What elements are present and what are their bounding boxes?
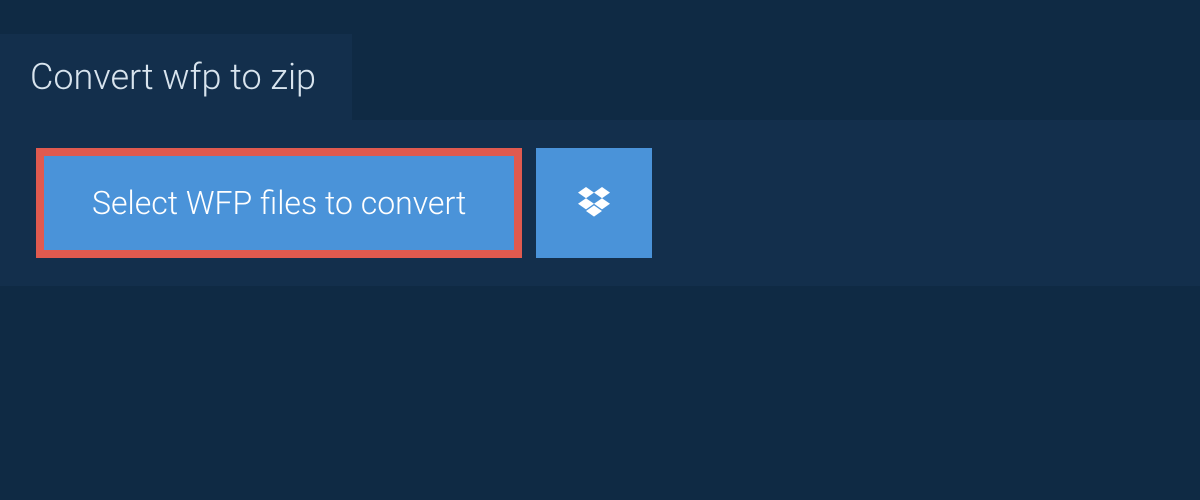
- select-files-button[interactable]: Select WFP files to convert: [36, 148, 522, 258]
- convert-panel: Select WFP files to convert: [0, 120, 1200, 286]
- dropbox-button[interactable]: [536, 148, 652, 258]
- dropbox-icon: [574, 183, 614, 223]
- active-tab[interactable]: Convert wfp to zip: [0, 34, 352, 120]
- select-files-label: Select WFP files to convert: [92, 184, 466, 222]
- tab-label: Convert wfp to zip: [30, 56, 316, 98]
- button-row: Select WFP files to convert: [36, 148, 1164, 258]
